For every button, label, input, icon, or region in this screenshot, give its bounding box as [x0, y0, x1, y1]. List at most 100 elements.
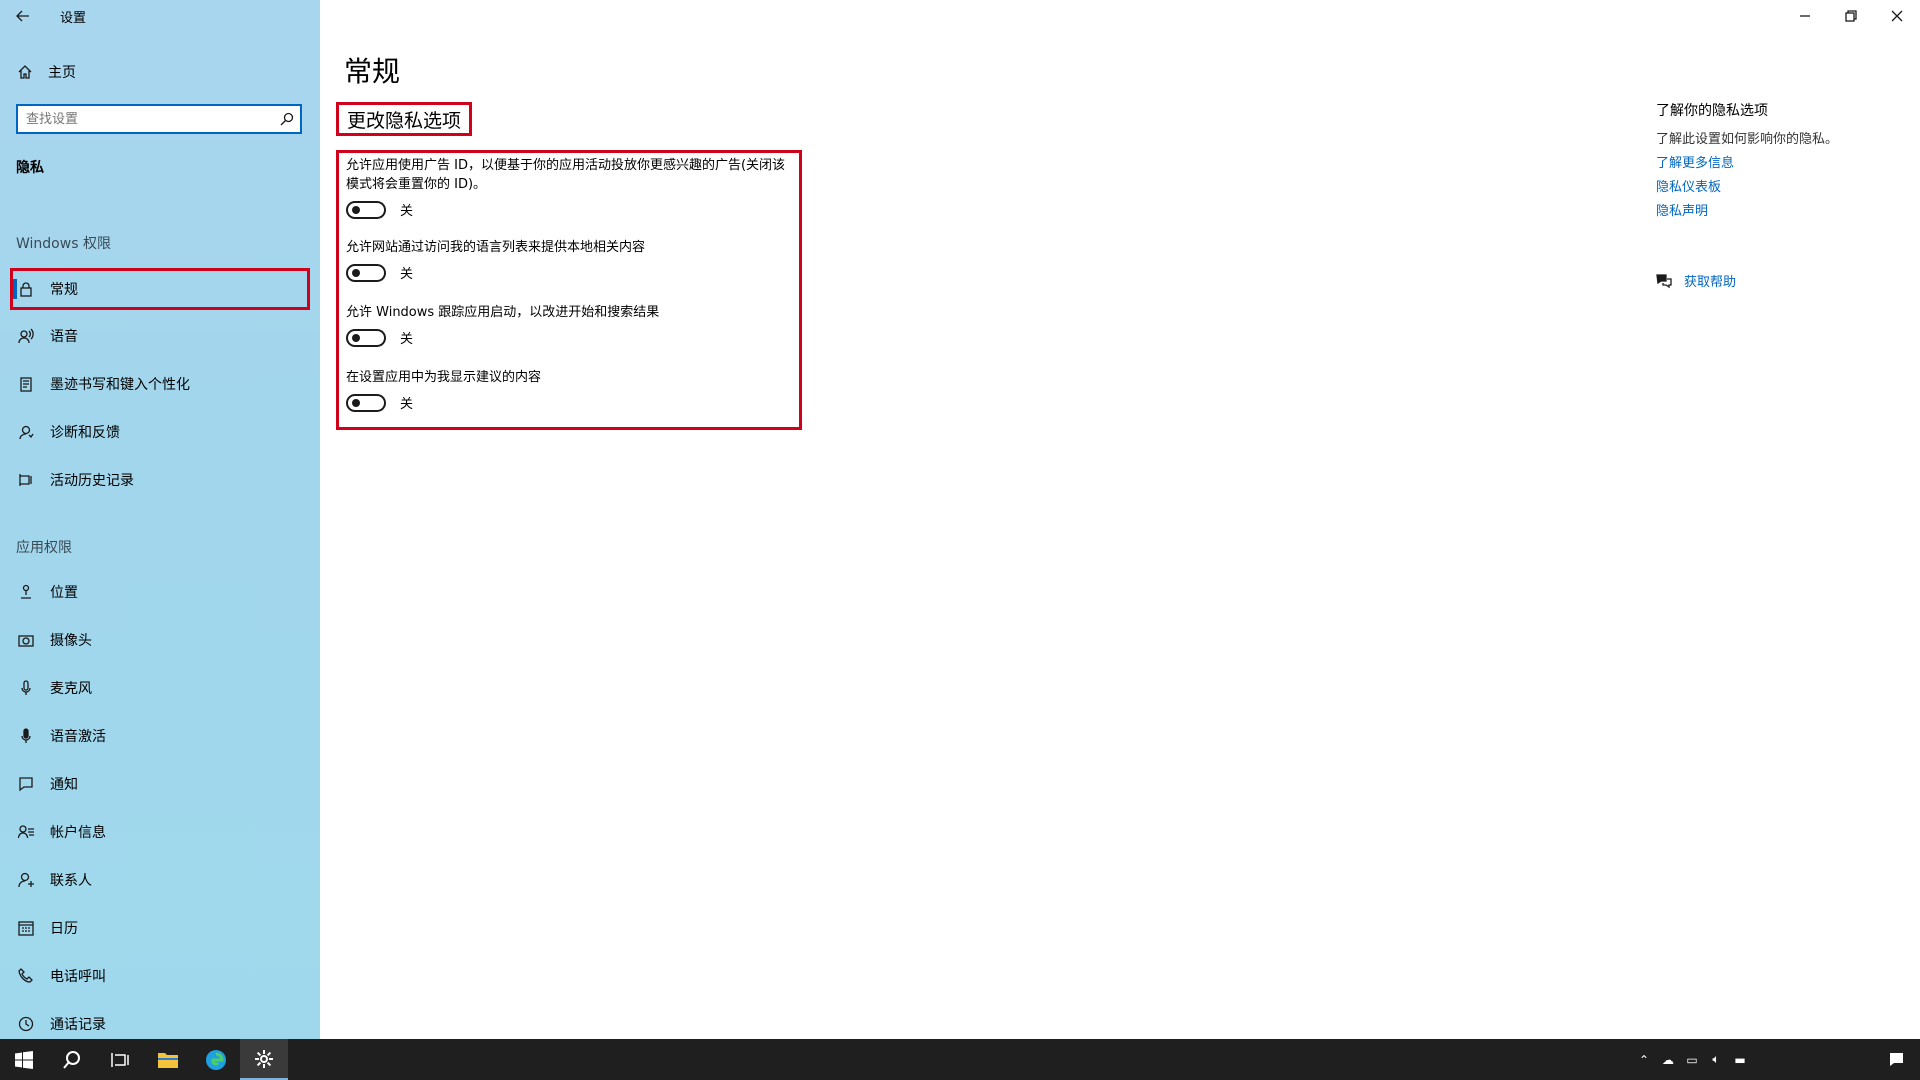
gear-icon — [255, 1049, 273, 1068]
sidebar-item-label: 摄像头 — [50, 633, 92, 649]
option-language-list: 允许网站通过访问我的语言列表来提供本地相关内容 关 — [346, 238, 796, 282]
start-button[interactable] — [0, 1039, 48, 1080]
home-label: 主页 — [48, 65, 76, 81]
network-icon[interactable]: ▭ — [1680, 1053, 1704, 1067]
title-bar-left: 设置 — [0, 0, 86, 32]
section-label: 隐私 — [16, 160, 44, 176]
toggle-suggested-content[interactable]: 关 — [346, 393, 796, 412]
window-controls — [1782, 0, 1920, 32]
main-content: 常规 更改隐私选项 允许应用使用广告 ID，以便基于你的应用活动投放你更感兴趣的… — [320, 0, 1920, 1039]
taskbar-search-button[interactable] — [48, 1039, 96, 1080]
edge-browser-icon — [206, 1049, 226, 1070]
option-description: 允许网站通过访问我的语言列表来提供本地相关内容 — [346, 240, 646, 255]
sidebar-item-label: 帐户信息 — [50, 825, 106, 841]
toggle-switch[interactable] — [346, 200, 386, 219]
input-indicator-icon[interactable]: ▬ — [1728, 1053, 1752, 1067]
sidebar-item-home[interactable]: 主页 — [16, 60, 76, 84]
windows-logo-icon — [15, 1050, 33, 1069]
toggle-switch[interactable] — [346, 393, 386, 412]
get-help-row[interactable]: 获取帮助 — [1656, 271, 1896, 290]
home-icon — [18, 65, 32, 79]
chevron-up-icon: ⌃ — [1638, 1052, 1650, 1067]
sidebar-item-general[interactable]: 常规 — [10, 268, 310, 310]
link-learn-more[interactable]: 了解更多信息 — [1656, 152, 1896, 171]
search-box[interactable] — [16, 104, 302, 134]
ink-icon — [20, 377, 32, 392]
related-description: 了解此设置如何影响你的隐私。 — [1656, 132, 1839, 147]
speech-icon — [18, 328, 34, 344]
search-icon — [63, 1050, 80, 1069]
phone-icon — [18, 968, 33, 983]
link-privacy-statement[interactable]: 隐私声明 — [1656, 200, 1896, 219]
privacy-options-group: 允许应用使用广告 ID，以便基于你的应用活动投放你更感兴趣的广告(关闭该模式将会… — [336, 150, 802, 430]
app-title: 设置 — [60, 10, 87, 26]
related-title: 了解你的隐私选项 — [1656, 103, 1768, 119]
feedback-icon — [19, 425, 34, 440]
sidebar-item-label: 常规 — [50, 282, 78, 298]
page-title: 常规 — [344, 55, 401, 88]
option-description: 在设置应用中为我显示建议的内容 — [346, 370, 542, 385]
toggle-language-list[interactable]: 关 — [346, 263, 796, 282]
sidebar-item-label: 联系人 — [50, 873, 92, 889]
location-icon — [21, 584, 31, 599]
edge-button[interactable] — [192, 1039, 240, 1080]
sidebar-item-notifications[interactable]: 通知 — [10, 763, 310, 805]
back-button[interactable] — [0, 0, 46, 32]
minimize-button[interactable] — [1782, 0, 1828, 32]
close-button[interactable] — [1874, 0, 1920, 32]
file-explorer-button[interactable] — [144, 1039, 192, 1080]
sidebar-item-voice-activation[interactable]: 语音激活 — [10, 715, 310, 757]
onedrive-icon[interactable]: ☁ — [1656, 1053, 1680, 1067]
toggle-app-launch-tracking[interactable]: 关 — [346, 328, 796, 347]
sidebar-item-location[interactable]: 位置 — [10, 571, 310, 613]
search-input[interactable] — [18, 107, 274, 131]
search-icon[interactable] — [279, 111, 295, 127]
sidebar-item-label: 语音激活 — [50, 729, 106, 745]
sidebar-item-speech[interactable]: 语音 — [10, 315, 310, 357]
sidebar-item-label: 活动历史记录 — [50, 473, 134, 489]
camera-icon — [18, 635, 34, 647]
sidebar-item-activity-history[interactable]: 活动历史记录 — [10, 459, 310, 501]
sidebar-item-label: 诊断和反馈 — [50, 425, 120, 441]
system-tray: ⌃ ☁ ▭ 🔈︎ ▬ — [1632, 1039, 1920, 1080]
sidebar-item-ink[interactable]: 墨迹书写和键入个性化 — [10, 363, 310, 405]
contacts-icon — [18, 872, 34, 888]
sidebar-item-calendar[interactable]: 日历 — [10, 907, 310, 949]
lock-icon — [20, 282, 32, 297]
taskbar: ⌃ ☁ ▭ 🔈︎ ▬ — [0, 1039, 1920, 1080]
notification-icon — [19, 777, 33, 792]
toggle-state-label: 关 — [400, 332, 414, 347]
action-center-button[interactable] — [1872, 1052, 1920, 1068]
sidebar-item-contacts[interactable]: 联系人 — [10, 859, 310, 901]
task-view-button[interactable] — [96, 1039, 144, 1080]
toggle-state-label: 关 — [400, 267, 414, 282]
toggle-switch[interactable] — [346, 263, 386, 282]
toggle-state-label: 关 — [400, 397, 414, 412]
restore-icon — [1845, 10, 1857, 22]
settings-taskbar-button[interactable] — [240, 1039, 288, 1080]
help-chat-icon — [1656, 273, 1672, 288]
toggle-advertising-id[interactable]: 关 — [346, 200, 796, 219]
restore-button[interactable] — [1828, 0, 1874, 32]
link-privacy-dashboard[interactable]: 隐私仪表板 — [1656, 176, 1896, 195]
toggle-switch[interactable] — [346, 328, 386, 347]
sidebar-item-camera[interactable]: 摄像头 — [10, 619, 310, 661]
folder-icon — [158, 1052, 178, 1068]
sidebar-item-account-info[interactable]: 帐户信息 — [10, 811, 310, 853]
show-hidden-icons-button[interactable]: ⌃ — [1632, 1053, 1656, 1067]
sidebar-item-microphone[interactable]: 麦克风 — [10, 667, 310, 709]
link-get-help[interactable]: 获取帮助 — [1684, 271, 1736, 290]
option-description: 允许应用使用广告 ID，以便基于你的应用活动投放你更感兴趣的广告(关闭该模式将会… — [346, 158, 786, 192]
sidebar-item-phone-calls[interactable]: 电话呼叫 — [10, 955, 310, 997]
back-arrow-icon — [16, 10, 29, 22]
notification-center-icon — [1889, 1052, 1903, 1066]
close-icon — [1891, 10, 1903, 22]
volume-icon[interactable]: 🔈︎ — [1704, 1052, 1728, 1067]
group-title-apps: 应用权限 — [16, 540, 72, 556]
option-suggested-content: 在设置应用中为我显示建议的内容 关 — [346, 368, 796, 412]
group-title-windows: Windows 权限 — [16, 236, 111, 252]
history-icon — [19, 474, 32, 486]
toggle-state-label: 关 — [400, 204, 414, 219]
sidebar-item-diagnostics[interactable]: 诊断和反馈 — [10, 411, 310, 453]
sidebar-item-label: 墨迹书写和键入个性化 — [50, 377, 190, 393]
